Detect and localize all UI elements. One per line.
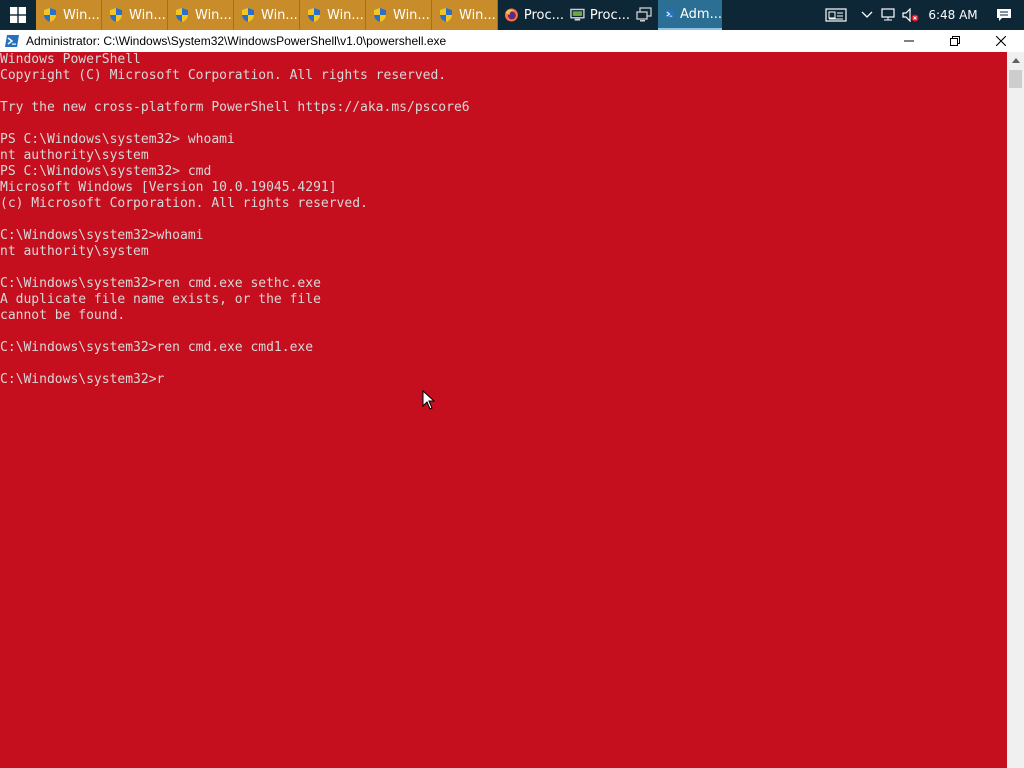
taskbar-button-powershell-admin[interactable]: Adm... xyxy=(658,0,722,30)
news-widget-icon[interactable] xyxy=(816,0,856,30)
console-line: C:\Windows\system32>whoami xyxy=(0,228,204,243)
console-line: C:\Windows\system32>ren cmd.exe cmd1.exe xyxy=(0,340,314,355)
restore-icon xyxy=(950,36,960,46)
taskbar-button-remote-desktop[interactable] xyxy=(630,0,658,30)
shield-icon xyxy=(242,8,254,22)
scrollbar-thumb[interactable] xyxy=(1009,70,1022,88)
console-line: Try the new cross-platform PowerShell ht… xyxy=(0,100,470,115)
taskbar-button-proc-monitor[interactable]: Proc... xyxy=(564,0,630,30)
taskbar-button-win-1[interactable]: Win... xyxy=(36,0,102,30)
console-line: Microsoft Windows [Version 10.0.19045.42… xyxy=(0,180,337,195)
console-output[interactable]: Windows PowerShell Copyright (C) Microsof… xyxy=(0,52,1007,768)
console-line: Windows PowerShell xyxy=(0,52,141,67)
powershell-icon xyxy=(5,35,19,47)
console-line: nt authority\system xyxy=(0,244,149,259)
restore-button[interactable] xyxy=(932,30,978,52)
console-line: A duplicate file name exists, or the fil… xyxy=(0,292,321,307)
windows-logo-icon xyxy=(10,7,26,23)
volume-muted-icon[interactable] xyxy=(900,0,922,30)
system-tray: 6:48 AM xyxy=(816,0,1024,30)
shield-icon xyxy=(440,8,452,22)
taskbar-button-win-6[interactable]: Win... xyxy=(366,0,432,30)
scroll-up-button[interactable] xyxy=(1007,52,1024,69)
shield-icon xyxy=(176,8,188,22)
taskbar-button-label: Win... xyxy=(195,7,232,23)
taskbar-button-label: Win... xyxy=(327,7,364,23)
console-line: PS C:\Windows\system32> whoami xyxy=(0,132,235,147)
taskbar-button-label: Win... xyxy=(261,7,298,23)
shield-icon xyxy=(374,8,386,22)
shield-icon xyxy=(308,8,320,22)
minimize-icon xyxy=(904,40,914,42)
window-titlebar[interactable]: Administrator: C:\Windows\System32\Windo… xyxy=(0,30,1024,52)
clock[interactable]: 6:48 AM xyxy=(922,0,984,30)
console-line: PS C:\Windows\system32> cmd xyxy=(0,164,212,179)
window-title: Administrator: C:\Windows\System32\Windo… xyxy=(26,34,447,48)
network-icon[interactable] xyxy=(878,0,900,30)
taskbar-button-label: Proc... xyxy=(589,7,630,23)
powershell-icon xyxy=(664,9,675,19)
taskbar-button-label: Win... xyxy=(63,7,100,23)
minimize-button[interactable] xyxy=(886,30,932,52)
firefox-icon xyxy=(504,8,518,22)
close-button[interactable] xyxy=(978,30,1024,52)
chevron-up-icon xyxy=(1011,58,1020,63)
taskbar-button-win-5[interactable]: Win... xyxy=(300,0,366,30)
shield-icon xyxy=(44,8,56,22)
console-line: (c) Microsoft Corporation. All rights re… xyxy=(0,196,368,211)
taskbar-button-win-2[interactable]: Win... xyxy=(102,0,168,30)
taskbar: Win... Win... Win... Win... Win... Win..… xyxy=(0,0,1024,30)
mouse-pointer-icon xyxy=(422,390,436,410)
console-line: cannot be found. xyxy=(0,308,126,323)
notification-icon[interactable] xyxy=(984,0,1024,30)
taskbar-button-label: Proc... xyxy=(523,7,564,23)
taskbar-button-label: Win... xyxy=(393,7,430,23)
taskbar-button-win-7[interactable]: Win... xyxy=(432,0,498,30)
taskbar-button-proc-firefox[interactable]: Proc... xyxy=(498,0,564,30)
remote-desktop-icon xyxy=(636,7,652,22)
console-text: Windows PowerShell Copyright (C) Microsof… xyxy=(0,52,1007,388)
taskbar-button-label: Adm... xyxy=(680,6,722,22)
taskbar-button-win-4[interactable]: Win... xyxy=(234,0,300,30)
console-line: C:\Windows\system32>r xyxy=(0,372,165,387)
taskbar-button-win-3[interactable]: Win... xyxy=(168,0,234,30)
chevron-up-icon[interactable] xyxy=(856,0,878,30)
powershell-window: Administrator: C:\Windows\System32\Windo… xyxy=(0,30,1024,768)
console-line: nt authority\system xyxy=(0,148,149,163)
taskbar-button-label: Win... xyxy=(129,7,166,23)
close-icon xyxy=(996,36,1006,46)
shield-icon xyxy=(110,8,122,22)
monitor-icon xyxy=(570,8,585,21)
taskbar-button-label: Win... xyxy=(459,7,496,23)
vertical-scrollbar[interactable] xyxy=(1007,52,1024,768)
start-button[interactable] xyxy=(0,0,36,30)
console-line: Copyright (C) Microsoft Corporation. All… xyxy=(0,68,447,83)
console-line: C:\Windows\system32>ren cmd.exe sethc.ex… xyxy=(0,276,321,291)
